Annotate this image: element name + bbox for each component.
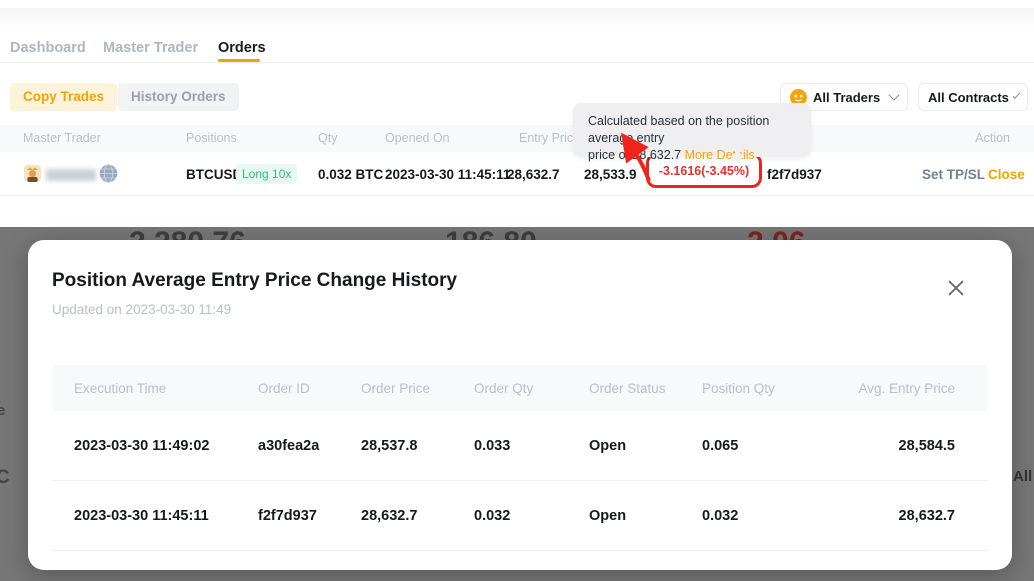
bg-fragment-left-bottom: C [0, 467, 10, 489]
cell-execution-time: 2023-03-30 11:45:11 [74, 508, 258, 524]
long-leverage-badge: Long 10x [236, 164, 297, 184]
col-avg-entry-price: Avg. Entry Price [802, 381, 955, 396]
globe-badge-icon [99, 164, 118, 183]
history-row: 2023-03-30 11:49:02 a30fea2a 28,537.8 0.… [52, 411, 988, 481]
cell-order-qty: 0.032 [474, 508, 589, 524]
col-execution-time: Execution Time [74, 381, 258, 396]
col-order-qty: Order Qty [474, 381, 589, 396]
cell-order-qty: 0.033 [474, 438, 589, 454]
cell-avg-entry-price: 28,584.5 [802, 438, 955, 454]
close-position-button[interactable]: Close [988, 167, 1025, 182]
trader-name-blurred [46, 169, 96, 181]
modal-updated-timestamp: Updated on 2023-03-30 11:49 [52, 302, 231, 317]
all-contracts-dropdown[interactable]: All Contracts [918, 83, 1028, 111]
modal-close-button[interactable] [944, 276, 968, 300]
tab-dashboard[interactable]: Dashboard [10, 40, 86, 56]
history-orders-button[interactable]: History Orders [118, 83, 239, 111]
col-order-id: Order ID [258, 381, 361, 396]
col-qty: Qty [318, 125, 337, 152]
col-action: Action [975, 125, 1010, 152]
cell-qty: 0.032 BTC [318, 167, 383, 182]
cell-order-status: Open [589, 438, 702, 454]
modal-title: Position Average Entry Price Change Hist… [52, 270, 457, 292]
bg-fragment-left-top: e [0, 402, 5, 419]
top-fade [0, 8, 1034, 30]
cell-position-qty: 0.032 [702, 508, 802, 524]
chevron-down-icon [888, 89, 899, 100]
cell-pnl: -3.1616(-3.45%) [659, 164, 749, 178]
price-change-history-modal: Position Average Entry Price Change Hist… [28, 240, 1012, 570]
set-tpsl-button[interactable]: Set TP/SL [922, 167, 985, 182]
cell-position-qty: 0.065 [702, 438, 802, 454]
annotation-arrow-icon [603, 131, 661, 187]
more-details-link[interactable]: More Details [685, 148, 755, 162]
col-positions: Positions [186, 125, 237, 152]
history-table-header: Execution Time Order ID Order Price Orde… [52, 365, 988, 411]
order-row: BTCUSDT Long 10x 0.032 BTC 2023-03-30 11… [0, 152, 1034, 196]
chevron-down-icon [1013, 91, 1021, 99]
cell-order-price: 28,537.8 [361, 438, 474, 454]
cell-opened-on: 2023-03-30 11:45:11 [385, 167, 510, 182]
col-opened-on: Opened On [385, 125, 450, 152]
col-master-trader: Master Trader [23, 125, 101, 152]
all-contracts-label: All Contracts [928, 90, 1009, 105]
all-traders-label: All Traders [813, 90, 880, 105]
stat-margin-value: 186.80USDT [445, 227, 576, 240]
modal-overlay: 2,280.76USDT 186.80USDT -2.06USDT e C Al… [0, 227, 1034, 581]
stat-total-value: 2,280.76USDT [129, 227, 285, 240]
cell-execution-time: 2023-03-30 11:49:02 [74, 438, 258, 454]
tab-master-trader[interactable]: Master Trader [103, 40, 198, 56]
tab-orders[interactable]: Orders [218, 40, 266, 56]
cell-order-id: a30fea2a [258, 438, 361, 454]
copy-trading-orders-page: Dashboard Master Trader Orders Copy Trad… [0, 0, 1034, 581]
bg-fragment-right: All [1013, 468, 1032, 485]
stat-pnl-value: -2.06USDT [737, 227, 845, 240]
col-position-qty: Position Qty [702, 381, 802, 396]
orders-page-top: Dashboard Master Trader Orders Copy Trad… [0, 0, 1034, 227]
cell-order-id: f2f7d937 [767, 167, 822, 182]
col-entry-price: Entry Price [519, 125, 580, 152]
col-order-price: Order Price [361, 381, 474, 396]
col-order-status: Order Status [589, 381, 702, 396]
cell-avg-entry-price: 28,632.7 [802, 508, 955, 524]
cell-order-price: 28,632.7 [361, 508, 474, 524]
copy-trades-button[interactable]: Copy Trades [10, 83, 117, 111]
orders-table-header: Master Trader Positions Qty Opened On En… [0, 125, 1034, 152]
background-stats-clipped: 2,280.76USDT 186.80USDT -2.06USDT [0, 227, 1034, 240]
history-row: 2023-03-30 11:45:11 f2f7d937 28,632.7 0.… [52, 481, 988, 551]
close-icon [947, 279, 965, 297]
cell-order-status: Open [589, 508, 702, 524]
tabs-divider [0, 62, 1034, 63]
master-trader-avatar [23, 164, 42, 183]
cell-entry-price: 28,632.7 [507, 167, 560, 182]
cell-order-id: f2f7d937 [258, 508, 361, 524]
history-table: Execution Time Order ID Order Price Orde… [52, 365, 988, 551]
